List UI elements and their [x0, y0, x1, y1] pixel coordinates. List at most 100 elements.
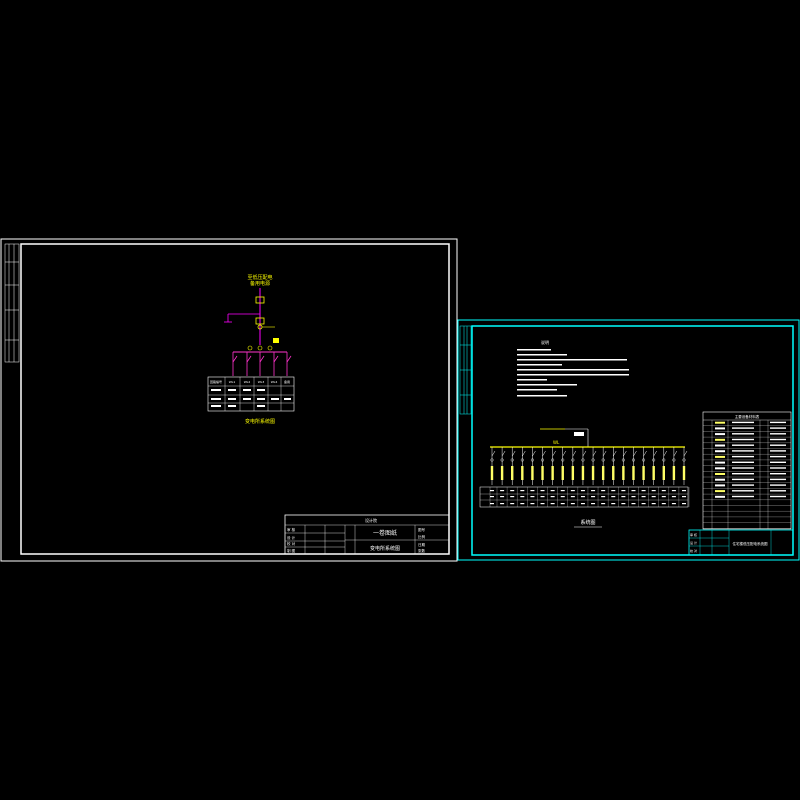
legend-symbol — [715, 433, 725, 436]
small-breaker-row — [247, 345, 273, 351]
legend-table: 主要设备材料表 — [702, 411, 792, 530]
schedule-cell-mark — [500, 490, 505, 492]
schedule-cell-mark — [641, 496, 646, 498]
legend-text-mark — [732, 421, 754, 424]
tb1-row-4: 制 图 — [287, 548, 296, 553]
feeder-label-bar — [672, 466, 676, 480]
feeder-label-bar — [682, 466, 686, 480]
feeder-label-bar — [622, 466, 625, 480]
feeder-circuit — [611, 447, 617, 485]
feeder-label-bar — [591, 466, 595, 480]
legend-text-mark — [732, 467, 754, 469]
schedule-cell-mark — [611, 503, 616, 505]
incoming-breaker — [574, 432, 584, 436]
bus-label: WL — [553, 440, 560, 445]
sheet-1: 至低压配电 备用电源 回路编号 WL1 WL2 WL3 WL4 备用 变电所系统… — [0, 238, 458, 562]
schedule-cell-mark — [580, 496, 585, 498]
legend-text-mark — [770, 484, 786, 486]
legend-text-mark — [732, 473, 754, 475]
feeder-label-sub: 备用电源 — [250, 280, 270, 287]
legend-text-mark — [770, 473, 786, 475]
schedule-cell-mark — [550, 490, 555, 492]
schedule-cell-mark — [520, 503, 525, 505]
schedule-cell-mark — [671, 496, 676, 498]
tb1-right-1: 图号 — [418, 527, 426, 532]
feeder-label-bar — [511, 466, 514, 480]
notes-title: 说明 — [541, 339, 549, 345]
legend-symbol — [715, 467, 725, 470]
tb2-drawing-name: 住宅楼低压配电系统图 — [733, 541, 768, 546]
schedule-cell-mark — [520, 490, 525, 492]
schedule-cell-mark — [601, 490, 606, 492]
sheet-1-binding-strip — [4, 243, 20, 363]
feeder-switch — [613, 450, 617, 457]
legend-text-mark — [732, 495, 754, 498]
tb2-row-3: 校 对 — [690, 548, 697, 553]
feeder-circuit — [520, 447, 526, 485]
sheet-2-caption: 系统图 — [580, 519, 595, 526]
feeder-label-bar — [652, 466, 655, 480]
legend-text-mark — [770, 433, 786, 435]
schedule-cell-mark — [631, 490, 636, 492]
legend-text-mark — [770, 455, 786, 458]
schedule-cell-mark — [550, 503, 555, 505]
feeder-circuit — [601, 447, 607, 485]
feeder-label-top: 至低压配电 — [247, 274, 272, 281]
tb1-company: 设计院 — [365, 517, 377, 523]
feeder-circuit — [662, 447, 668, 485]
legend-text-mark — [732, 478, 754, 481]
table-header-3: WL2 — [244, 380, 251, 384]
legend-text-mark — [732, 450, 754, 452]
table-cell-marks — [211, 389, 291, 407]
notes-block: 说明 — [517, 339, 629, 397]
feeder-circuit — [581, 447, 587, 485]
feeder-label-bar — [612, 466, 615, 480]
legend-symbol — [715, 438, 725, 441]
legend-rows — [703, 421, 791, 529]
sheet-2-binding-strip — [459, 325, 472, 415]
feeder-switch — [572, 450, 577, 457]
legend-symbol — [715, 444, 725, 447]
table-header-6: 备用 — [284, 379, 290, 384]
legend-text-mark — [770, 444, 786, 446]
legend-text-mark — [732, 461, 754, 463]
legend-text-mark — [770, 450, 786, 452]
sheet-1-title-block: 设计院 一卷图纸 变电所系统图 审 核 设 计 校 对 制 图 图号 比例 日期… — [284, 514, 450, 555]
schedule-cell-mark — [560, 496, 565, 498]
schedule-cell-mark — [621, 490, 626, 492]
feeder-switch — [683, 450, 688, 457]
legend-text-mark — [732, 427, 754, 429]
feeder-branches — [232, 352, 292, 376]
schedule-cell-mark — [631, 496, 636, 498]
legend-title: 主要设备材料表 — [735, 414, 760, 419]
schedule-cell-mark — [621, 496, 626, 498]
schedule-cell-mark — [651, 496, 656, 498]
sheet-1-single-line-diagram: 至低压配电 备用电源 回路编号 WL1 WL2 WL3 WL4 备用 变电所系统… — [207, 274, 295, 425]
tb1-row-3: 校 对 — [287, 541, 296, 546]
schedule-cell-mark — [671, 503, 676, 505]
feeder-switch — [532, 450, 536, 457]
legend-text-mark — [770, 438, 786, 441]
feeder-switch — [592, 450, 597, 457]
schedule-cell-mark — [651, 490, 656, 492]
feeder-circuit — [652, 447, 657, 485]
feeder-switch — [643, 450, 647, 457]
feeder-circuit — [672, 447, 678, 485]
legend-symbol — [715, 473, 725, 475]
feeder-circuit — [631, 447, 637, 485]
schedule-cell-mark — [530, 496, 535, 498]
legend-text-mark — [732, 438, 754, 441]
table-header-5: WL4 — [271, 380, 278, 384]
schedule-cell-mark — [570, 503, 575, 505]
schedule-cell-mark — [520, 496, 525, 498]
legend-text-mark — [770, 427, 786, 429]
schedule-cell-mark — [641, 490, 646, 492]
feeder-switch — [582, 450, 587, 457]
schedule-cell-mark — [601, 503, 606, 505]
feeder-switch — [511, 450, 516, 457]
legend-text-mark — [770, 478, 786, 481]
schedule-cell-mark — [631, 503, 636, 505]
schedule-columns — [490, 487, 690, 507]
schedule-cell-mark — [510, 503, 515, 505]
schedule-cell-mark — [540, 496, 545, 498]
